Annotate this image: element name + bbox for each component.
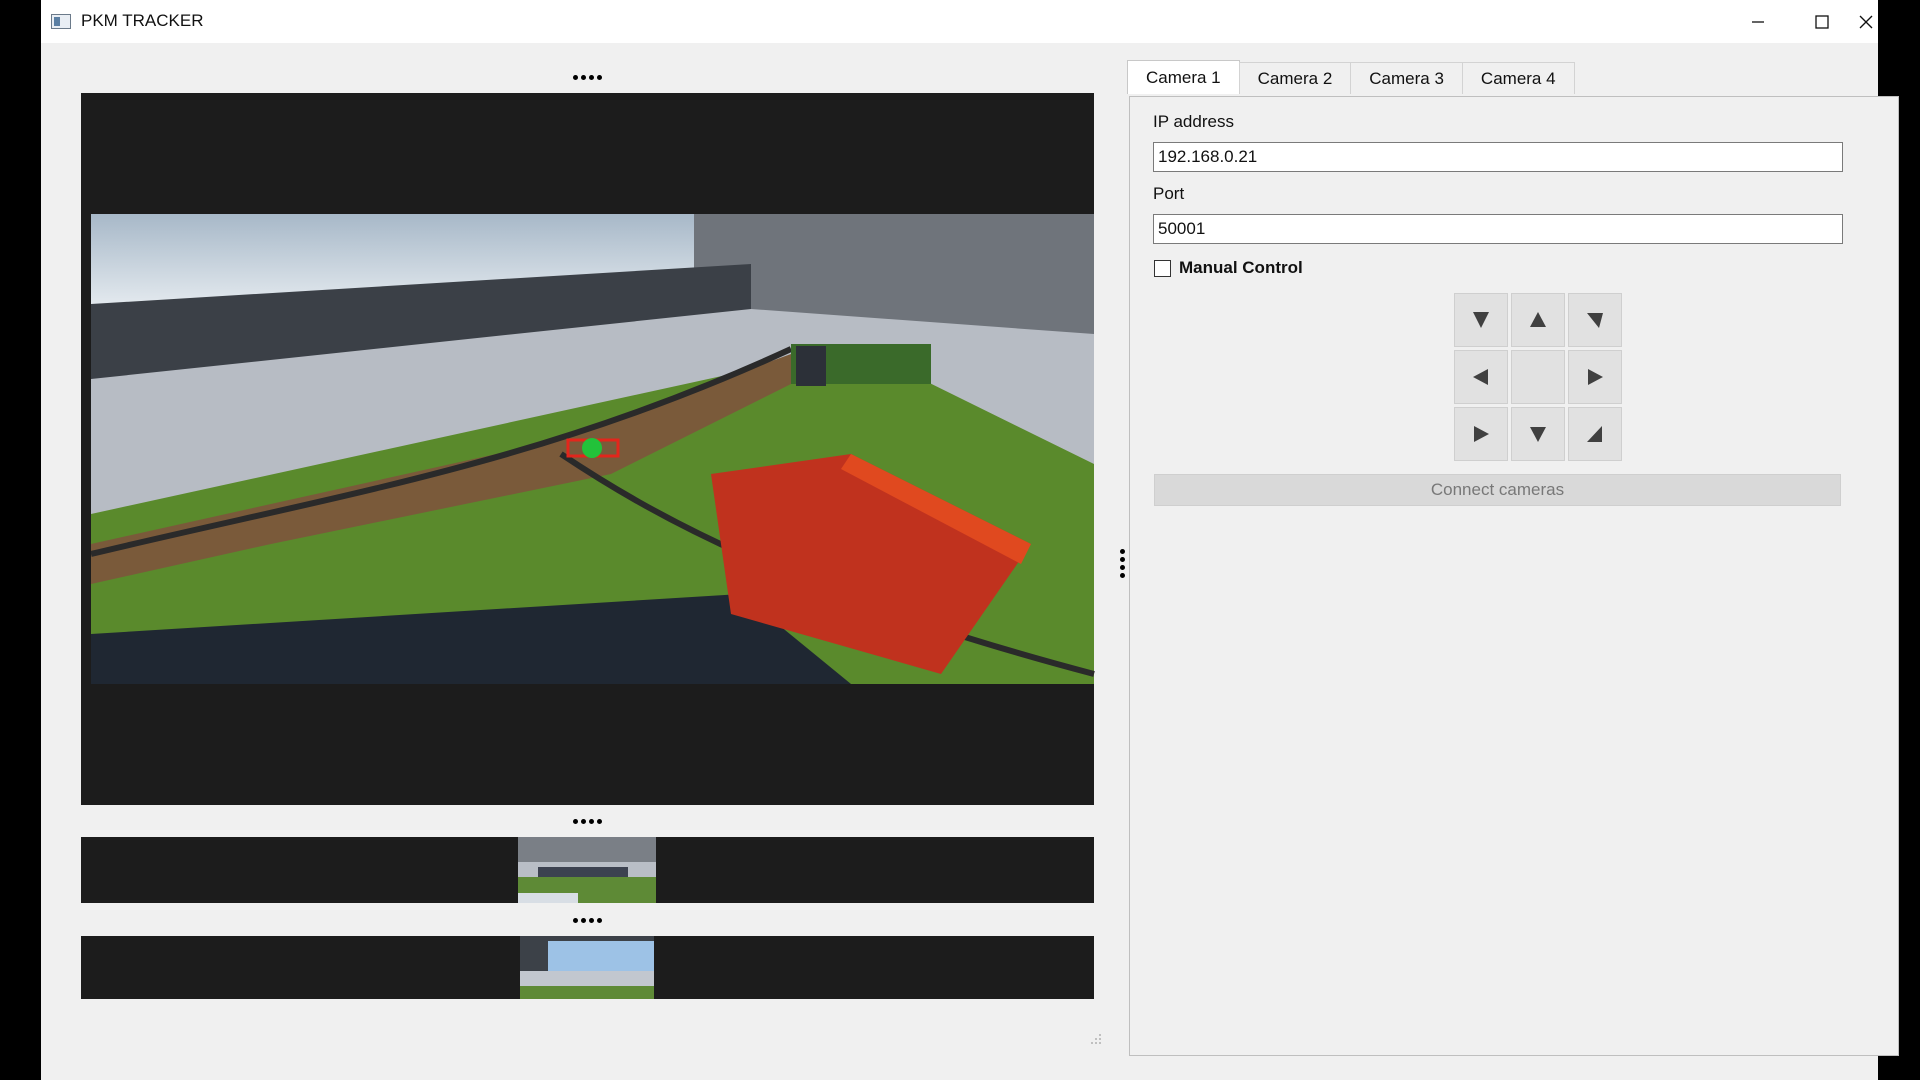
close-button[interactable]: [1854, 0, 1878, 43]
manual-control-checkbox[interactable]: [1154, 260, 1171, 277]
tilt-up-button[interactable]: [1511, 293, 1565, 347]
minimize-icon: [1752, 20, 1764, 23]
down-left-arrow-icon: [1473, 312, 1489, 328]
splitter-handle-top[interactable]: [567, 71, 607, 83]
ip-address-label: IP address: [1153, 112, 1234, 131]
thumbnail-view-2[interactable]: [81, 936, 1094, 999]
pan-right-button[interactable]: [1568, 350, 1622, 404]
port-input[interactable]: [1153, 214, 1843, 244]
up-right-arrow-icon: [1474, 426, 1489, 442]
splitter-handle-vertical[interactable]: [1116, 543, 1128, 583]
ip-address-input[interactable]: [1153, 142, 1843, 172]
app-window: PKM TRACKER Camera 1 Camera 2 Camera 3 C…: [41, 0, 1899, 1080]
tilt-down-button[interactable]: [1511, 407, 1565, 461]
window-title: PKM TRACKER: [81, 11, 204, 30]
ptz-center-button[interactable]: [1511, 350, 1565, 404]
tab-camera-1[interactable]: Camera 1: [1127, 60, 1240, 94]
pan-down-right-button[interactable]: [1568, 293, 1622, 347]
tracking-dot: [582, 438, 602, 458]
up-arrow-icon: [1530, 312, 1546, 327]
thumbnail-image-2: [520, 936, 654, 999]
maximize-icon: [1815, 14, 1829, 29]
close-icon: [1859, 15, 1873, 28]
title-bar: PKM TRACKER: [41, 0, 1878, 43]
pan-up-left-button[interactable]: [1568, 407, 1622, 461]
pan-up-right-button[interactable]: [1454, 407, 1508, 461]
camera-scene-image: [91, 214, 1095, 684]
pan-left-button[interactable]: [1454, 350, 1508, 404]
splitter-handle-middle[interactable]: [567, 815, 607, 827]
connect-cameras-button[interactable]: Connect cameras: [1154, 474, 1841, 506]
port-label: Port: [1153, 184, 1185, 203]
tab-camera-3[interactable]: Camera 3: [1350, 62, 1463, 94]
left-arrow-icon: [1473, 369, 1488, 385]
minimize-button[interactable]: [1726, 0, 1790, 43]
tab-camera-4[interactable]: Camera 4: [1461, 62, 1575, 94]
up-left-arrow-icon: [1587, 426, 1602, 442]
down-arrow-icon: [1530, 427, 1546, 442]
app-icon: [51, 14, 71, 29]
manual-control-label: Manual Control: [1179, 258, 1303, 277]
down-right-arrow-icon: [1587, 313, 1603, 328]
maximize-button[interactable]: [1790, 0, 1854, 43]
tab-camera-2[interactable]: Camera 2: [1238, 62, 1352, 94]
main-video-view: [81, 93, 1095, 805]
resize-grip-icon[interactable]: [1089, 1032, 1103, 1046]
thumbnail-view-1[interactable]: [81, 837, 1094, 903]
camera-settings-panel: IP address Port Manual Control: [1129, 96, 1899, 1056]
right-arrow-icon: [1588, 369, 1603, 385]
camera-tabs: Camera 1 Camera 2 Camera 3 Camera 4: [1127, 60, 1575, 95]
pan-down-left-button[interactable]: [1454, 293, 1508, 347]
splitter-handle-bottom[interactable]: [567, 914, 607, 926]
thumbnail-image-1: [518, 837, 656, 903]
